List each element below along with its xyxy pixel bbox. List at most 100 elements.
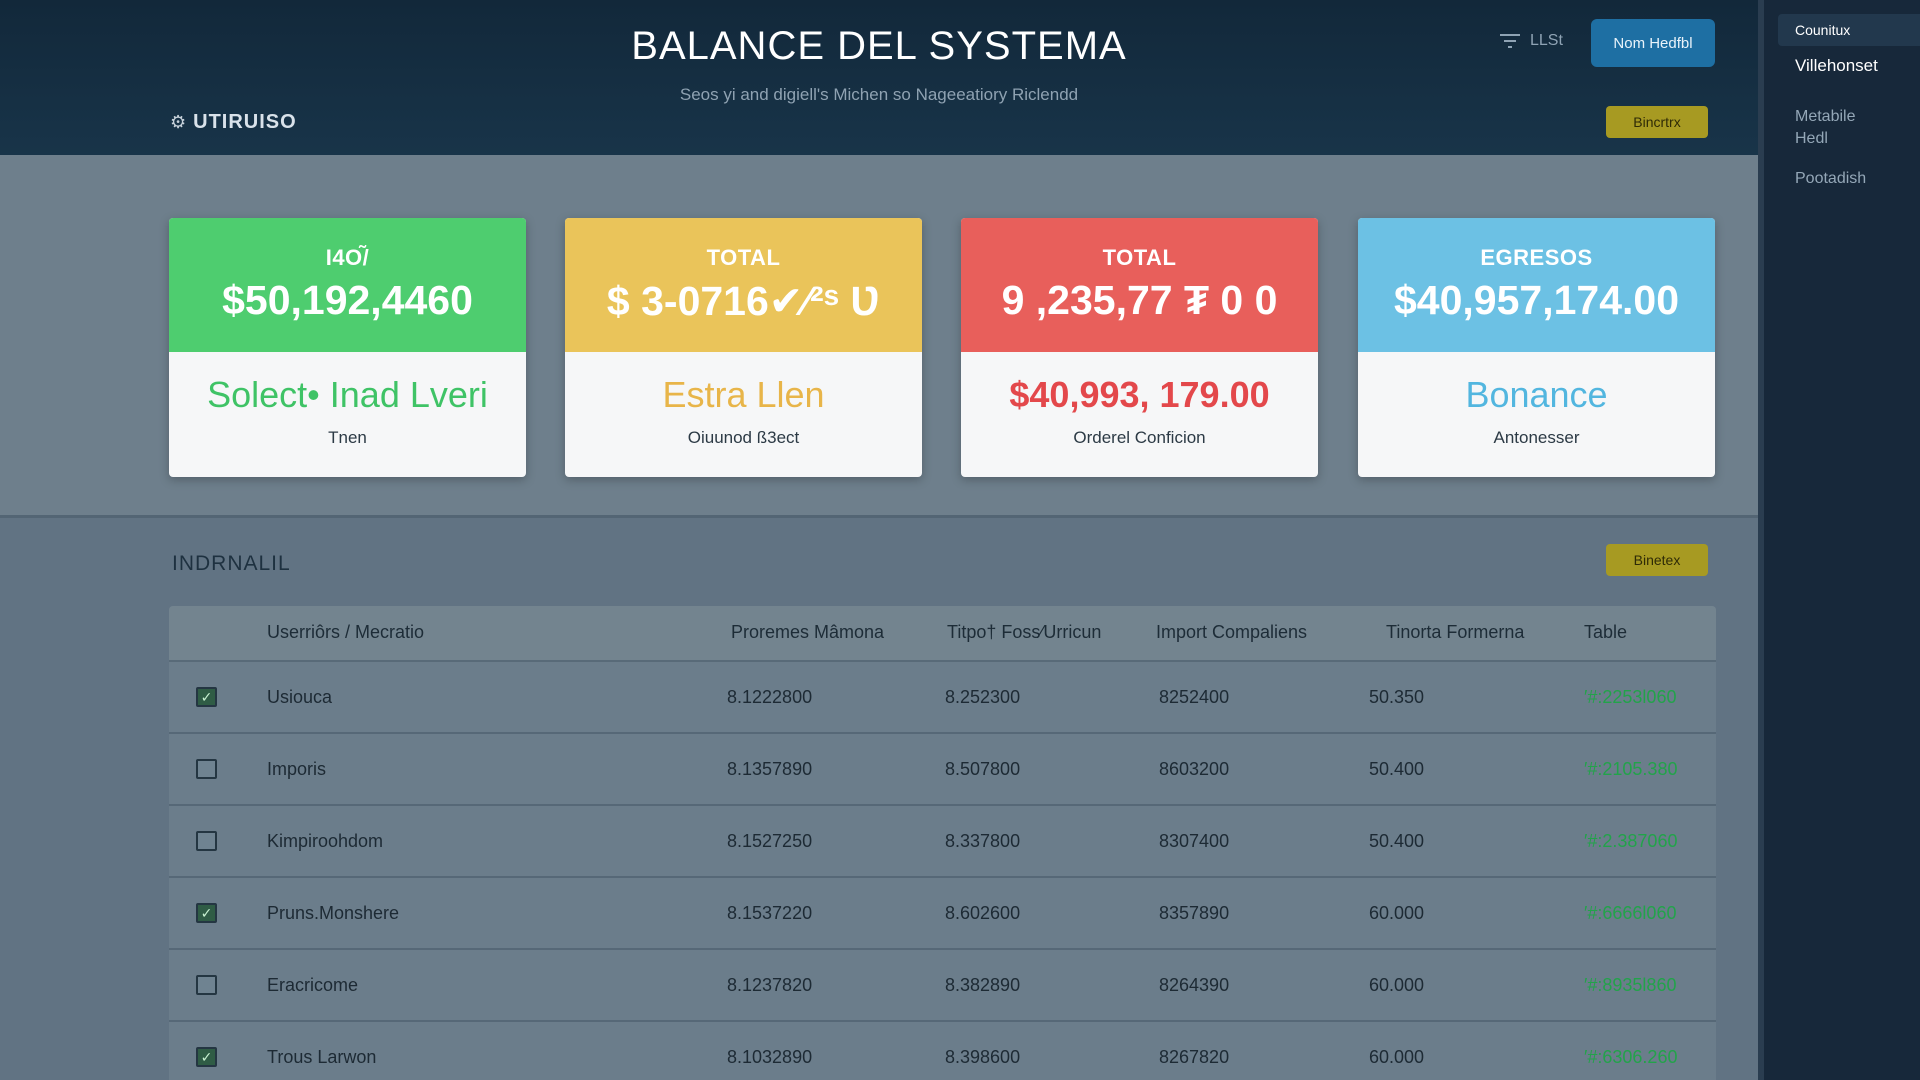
summary-card-3[interactable]: TOTAL 9 ,235,77 ₮ 0 0 $40,993, 179.00 Or… xyxy=(961,218,1318,477)
sidebar-edge xyxy=(1758,0,1764,1080)
divider xyxy=(0,515,1758,518)
cell-table-value: ′#:2.387060 xyxy=(1584,831,1678,851)
cell-value: 8.1537220 xyxy=(727,903,813,923)
brand-logo[interactable]: ⚙ UTIRUISO xyxy=(170,111,297,134)
cell-user: Kimpiroohdom xyxy=(267,831,384,851)
table-row[interactable]: Eracricome 8.1237820 8.382890 8264390 60.000… xyxy=(169,950,1716,1022)
cell-value: 8.1357890 xyxy=(727,759,813,779)
checkbox-icon[interactable]: ✓ xyxy=(196,1047,217,1067)
page-title: BALANCE DEL SYSTEMA xyxy=(631,24,1127,68)
cell-value: 50.350 xyxy=(1369,687,1425,707)
cell-value: 50.400 xyxy=(1369,759,1425,779)
card-amount: $40,957,174.00 xyxy=(1394,277,1679,323)
table-row[interactable]: Imporis 8.1357890 8.507800 8603200 50.400 ′#:… xyxy=(169,734,1716,806)
column-header[interactable]: Proremes Mâmona xyxy=(731,622,884,643)
cell-value: 60.000 xyxy=(1369,975,1425,995)
card-label: EGRESOS xyxy=(1480,245,1593,270)
card-label: TOTAL xyxy=(1102,245,1177,270)
card-headline: Bonance xyxy=(1465,374,1608,415)
summary-card-1[interactable]: I4O/̃ $50,192,4460 Solect• Inad Lveri Tn… xyxy=(169,218,526,477)
checkbox-icon[interactable] xyxy=(196,759,217,779)
cell-value: 8.398600 xyxy=(945,1047,1021,1067)
cell-user: Trous Larwon xyxy=(267,1047,377,1067)
sidebar-item-active[interactable]: Counitux xyxy=(1778,14,1920,46)
column-header[interactable]: Tinorta Formerna xyxy=(1386,622,1524,643)
cell-value: 8307400 xyxy=(1159,831,1230,851)
cell-value: 8603200 xyxy=(1159,759,1230,779)
filter-label: LLSt xyxy=(1530,32,1563,49)
card-caption: Antonesser xyxy=(1493,428,1580,447)
cell-value: 8.1032890 xyxy=(727,1047,813,1067)
cell-value: 8.507800 xyxy=(945,759,1021,779)
card-header: TOTAL 9 ,235,77 ₮ 0 0 xyxy=(961,218,1318,352)
checkbox-icon[interactable]: ✓ xyxy=(196,903,217,923)
header-badge-button[interactable]: Bincrtrx xyxy=(1606,106,1708,138)
section-title: INDRNALIL xyxy=(172,552,291,575)
card-amount: $ 3-0716✔︎⁄²ˢ Ʋ xyxy=(606,278,881,324)
table-row[interactable]: ✓ Trous Larwon 8.1032890 8.398600 8267820 60.… xyxy=(169,1022,1716,1080)
sidebar-item[interactable]: Villehonset xyxy=(1795,55,1878,77)
cell-user: Usiouca xyxy=(267,687,333,707)
cell-value: 60.000 xyxy=(1369,1047,1425,1067)
column-header[interactable]: Import Compaliens xyxy=(1156,622,1307,643)
summary-card-2[interactable]: TOTAL $ 3-0716✔︎⁄²ˢ Ʋ Estra Llen Oiuunod… xyxy=(565,218,922,477)
cell-value: 8.337800 xyxy=(945,831,1021,851)
cell-value: 8264390 xyxy=(1159,975,1230,995)
brand-name: UTIRUISO xyxy=(193,111,297,133)
cell-table-value: ′#:2253l060 xyxy=(1584,687,1677,707)
cell-value: 8.252300 xyxy=(945,687,1021,707)
cell-value: 8.1527250 xyxy=(727,831,813,851)
card-caption: Oiuunod ß3ect xyxy=(687,428,800,447)
page-subtitle: Seos yi and digiell's Michen so Nageeati… xyxy=(679,85,1079,104)
column-header[interactable]: Table xyxy=(1584,622,1627,643)
cell-value: 8.1237820 xyxy=(727,975,813,995)
cell-value: 50.400 xyxy=(1369,831,1425,851)
primary-action-button[interactable]: Nom Hedfbl xyxy=(1591,19,1715,67)
gear-icon: ⚙ xyxy=(170,112,188,132)
card-headline: $40,993, 179.00 xyxy=(1009,374,1270,415)
table-row[interactable]: ✓ Pruns.Monshere 8.1537220 8.602600 8357890 6… xyxy=(169,878,1716,950)
column-header[interactable]: Titpo† Foss⁄Urricun xyxy=(947,622,1101,643)
section-action-button[interactable]: Binetex xyxy=(1606,544,1708,576)
cell-table-value: ′#:8935l860 xyxy=(1584,975,1677,995)
cell-user: Eracricome xyxy=(267,975,359,995)
table-row[interactable]: Kimpiroohdom 8.1527250 8.337800 8307400 50.4… xyxy=(169,806,1716,878)
cell-table-value: ′#:6666l060 xyxy=(1584,903,1677,923)
right-sidebar xyxy=(1758,0,1920,1080)
app-root: BALANCE DEL SYSTEMA Seos yi and digiell'… xyxy=(0,0,1920,1080)
filter-button[interactable]: LLSt xyxy=(1500,32,1563,50)
card-caption: Tnen xyxy=(328,428,367,447)
cell-value: 8.1222800 xyxy=(727,687,813,707)
card-label: TOTAL xyxy=(706,245,781,270)
table-body: ✓ Usiouca 8.1222800 8.252300 8252400 50.350 ′#… xyxy=(169,662,1716,1080)
cell-value: 8357890 xyxy=(1159,903,1230,923)
card-headline: Estra Llen xyxy=(662,374,825,415)
cell-table-value: ′#:6306.260 xyxy=(1584,1047,1678,1067)
data-table: Userriôrs / Mecratio Proremes Mâmona Tit… xyxy=(169,606,1716,1080)
card-header: TOTAL $ 3-0716✔︎⁄²ˢ Ʋ xyxy=(565,218,922,352)
cell-value: 8.382890 xyxy=(945,975,1021,995)
card-header: I4O/̃ $50,192,4460 xyxy=(169,218,526,352)
cell-value: 60.000 xyxy=(1369,903,1425,923)
filter-icon xyxy=(1500,34,1520,48)
checkbox-icon[interactable]: ✓ xyxy=(196,687,217,707)
cell-user: Imporis xyxy=(267,759,327,779)
summary-card-4[interactable]: EGRESOS $40,957,174.00 Bonance Antonesse… xyxy=(1358,218,1715,477)
card-label: I4O/̃ xyxy=(325,245,370,270)
cell-value: 8252400 xyxy=(1159,687,1230,707)
cell-value: 8267820 xyxy=(1159,1047,1230,1067)
sidebar-item[interactable]: Pootadish xyxy=(1795,168,1866,190)
cell-value: 8.602600 xyxy=(945,903,1021,923)
checkbox-icon[interactable] xyxy=(196,831,217,851)
sidebar-item[interactable]: Metabile Hedl xyxy=(1795,106,1885,150)
table-row[interactable]: ✓ Usiouca 8.1222800 8.252300 8252400 50.350 ′#… xyxy=(169,662,1716,734)
card-header: EGRESOS $40,957,174.00 xyxy=(1358,218,1715,352)
table-header: Userriôrs / Mecratio Proremes Mâmona Tit… xyxy=(169,606,1716,662)
card-caption: Orderel Conficion xyxy=(1073,428,1206,447)
column-header[interactable]: Userriôrs / Mecratio xyxy=(267,622,424,643)
card-amount: $50,192,4460 xyxy=(222,277,473,323)
cell-user: Pruns.Monshere xyxy=(267,903,400,923)
cell-table-value: ′#:2105.380 xyxy=(1584,759,1678,779)
checkbox-icon[interactable] xyxy=(196,975,217,995)
card-amount: 9 ,235,77 ₮ 0 0 xyxy=(1001,277,1278,323)
